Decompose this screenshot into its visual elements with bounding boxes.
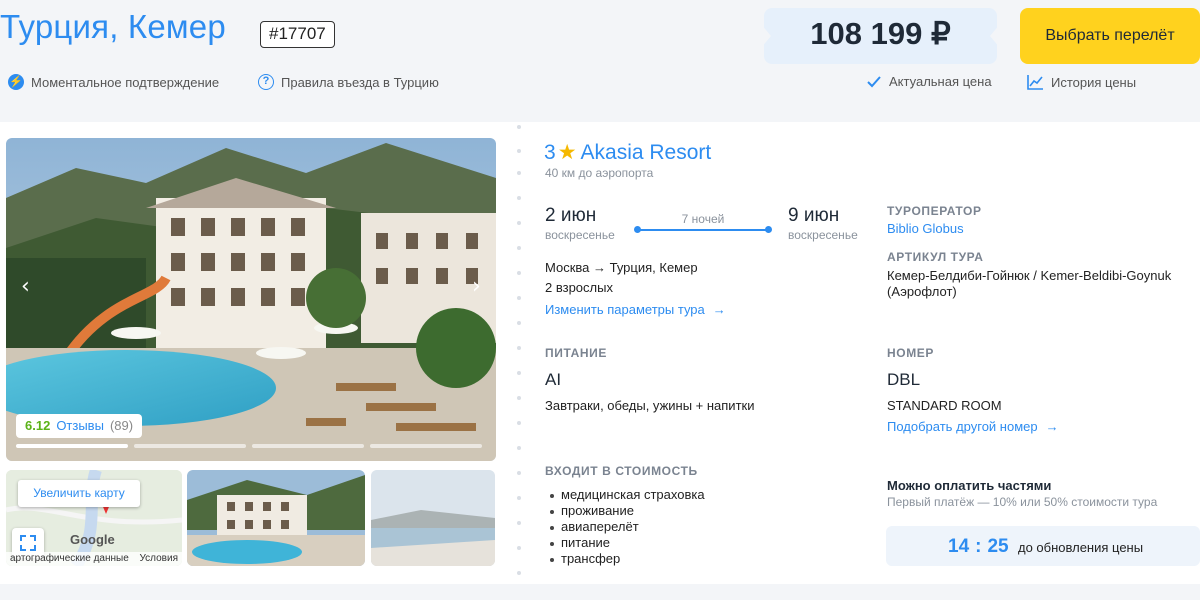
arrow-right-icon: → <box>1045 419 1059 434</box>
route: Москва → Турция, Кемер <box>545 260 698 275</box>
pagination-segment[interactable] <box>370 444 482 448</box>
nights-line <box>636 229 770 231</box>
thumbnail-image <box>187 470 365 566</box>
timer-label: до обновления цены <box>1018 540 1144 555</box>
reviews-link[interactable]: Отзывы <box>56 414 104 438</box>
actual-price-label: Актуальная цена <box>889 74 992 89</box>
timer-value: 14 : 25 <box>948 536 1009 558</box>
hotel-map[interactable]: Увеличить карту Google артографические д… <box>6 470 182 566</box>
arrow-right-icon: → <box>712 302 726 317</box>
thumbnail-image <box>371 470 495 566</box>
change-params-label: Изменить параметры тура <box>545 302 705 317</box>
includes-item: трансфер <box>545 551 705 567</box>
timer-minutes: 14 <box>948 536 970 557</box>
installments-title: Можно оплатить частями <box>887 478 1052 493</box>
hotel-name-link[interactable]: 3 ★ Akasia Resort <box>544 140 711 165</box>
entry-rules-link[interactable]: ? Правила въезда в Турцию <box>258 74 439 90</box>
photo-thumbnail[interactable] <box>371 470 495 566</box>
choose-room-label: Подобрать другой номер <box>887 419 1038 434</box>
lightning-icon: ⚡ <box>8 74 24 90</box>
includes-item: авиаперелёт <box>545 519 705 535</box>
hotel-stars: 3 <box>544 140 556 164</box>
includes-label: ВХОДИТ В СТОИМОСТЬ <box>545 464 698 478</box>
price-history-label: История цены <box>1051 74 1137 90</box>
choose-room-link[interactable]: Подобрать другой номер → <box>887 419 1059 434</box>
instant-confirmation: ⚡ Моментальное подтверждение <box>8 74 219 90</box>
price-refresh-timer: 14 : 25 до обновления цены <box>886 526 1200 566</box>
instant-confirmation-label: Моментальное подтверждение <box>31 74 220 90</box>
end-day: воскресенье <box>788 228 858 242</box>
price-history-link[interactable]: История цены <box>1027 74 1136 90</box>
google-logo: Google <box>70 532 115 547</box>
end-date: 9 июн <box>788 205 840 226</box>
map-footer: артографические данные Условия <box>6 552 182 566</box>
svg-text:›: › <box>472 274 481 299</box>
includes-item: питание <box>545 535 705 551</box>
map-terms-link[interactable]: Условия <box>139 553 178 565</box>
rating-value: 6.12 <box>25 418 51 433</box>
article-label: АРТИКУЛ ТУРА <box>887 250 984 264</box>
timer-seconds: 25 <box>987 536 1009 557</box>
pagination-segment-active[interactable] <box>16 444 128 448</box>
star-icon: ★ <box>557 141 577 164</box>
meal-label: ПИТАНИЕ <box>545 346 607 360</box>
select-flight-button[interactable]: Выбрать перелёт <box>1020 8 1200 64</box>
operator-label: ТУРОПЕРАТОР <box>887 204 982 218</box>
airport-distance: 40 км до аэропорта <box>545 166 654 180</box>
tour-article: Кемер-Белдиби-Гойнюк / Kemer-Beldibi-Goy… <box>887 268 1172 299</box>
hotel-main-photo[interactable]: ‹ › <box>6 138 496 461</box>
includes-item: проживание <box>545 503 705 519</box>
includes-list: медицинская страховка проживание авиапер… <box>545 487 705 567</box>
tour-id-badge: #17707 <box>260 21 335 48</box>
timer-separator: : <box>975 536 982 557</box>
guests: 2 взрослых <box>545 280 613 295</box>
checkmark-icon <box>867 75 881 87</box>
meal-code: AI <box>545 370 562 389</box>
installments-subtitle: Первый платёж — 10% или 50% стоимости ту… <box>887 495 1158 509</box>
photo-pagination <box>16 444 482 448</box>
map-data-label: артографические данные <box>10 553 129 564</box>
page-title: Турция, Кемер <box>0 8 226 45</box>
svg-text:‹: ‹ <box>21 274 30 299</box>
rating-badge[interactable]: 6.12 Отзывы (89) <box>16 414 143 438</box>
question-icon: ? <box>258 74 274 90</box>
includes-item: медицинская страховка <box>545 487 705 503</box>
room-label: НОМЕР <box>887 346 935 360</box>
meal-description: Завтраки, обеды, ужины + напитки <box>545 398 755 413</box>
nights-count: 7 ночей <box>681 212 725 226</box>
room-code: DBL <box>887 370 921 389</box>
tour-price: 108 199 ₽ <box>810 16 951 51</box>
photo-thumbnail[interactable] <box>187 470 365 566</box>
hotel-photo-image: ‹ › <box>6 138 496 461</box>
hotel-name: Akasia Resort <box>580 140 712 164</box>
room-type: STANDARD ROOM <box>887 398 1002 413</box>
start-date: 2 июн <box>545 205 597 226</box>
enlarge-map-button[interactable]: Увеличить карту <box>18 480 140 507</box>
pagination-segment[interactable] <box>134 444 246 448</box>
chart-icon <box>1027 75 1043 90</box>
entry-rules-label: Правила въезда в Турцию <box>281 74 439 90</box>
reviews-count: (89) <box>109 418 134 433</box>
nights-line-start <box>634 226 641 233</box>
nights-line-end <box>765 226 772 233</box>
start-day: воскресенье <box>545 228 615 242</box>
pagination-segment[interactable] <box>252 444 364 448</box>
operator-name[interactable]: Biblio Globus <box>887 221 964 236</box>
actual-price: Актуальная цена <box>866 74 992 89</box>
change-params-link[interactable]: Изменить параметры тура → <box>545 302 726 317</box>
